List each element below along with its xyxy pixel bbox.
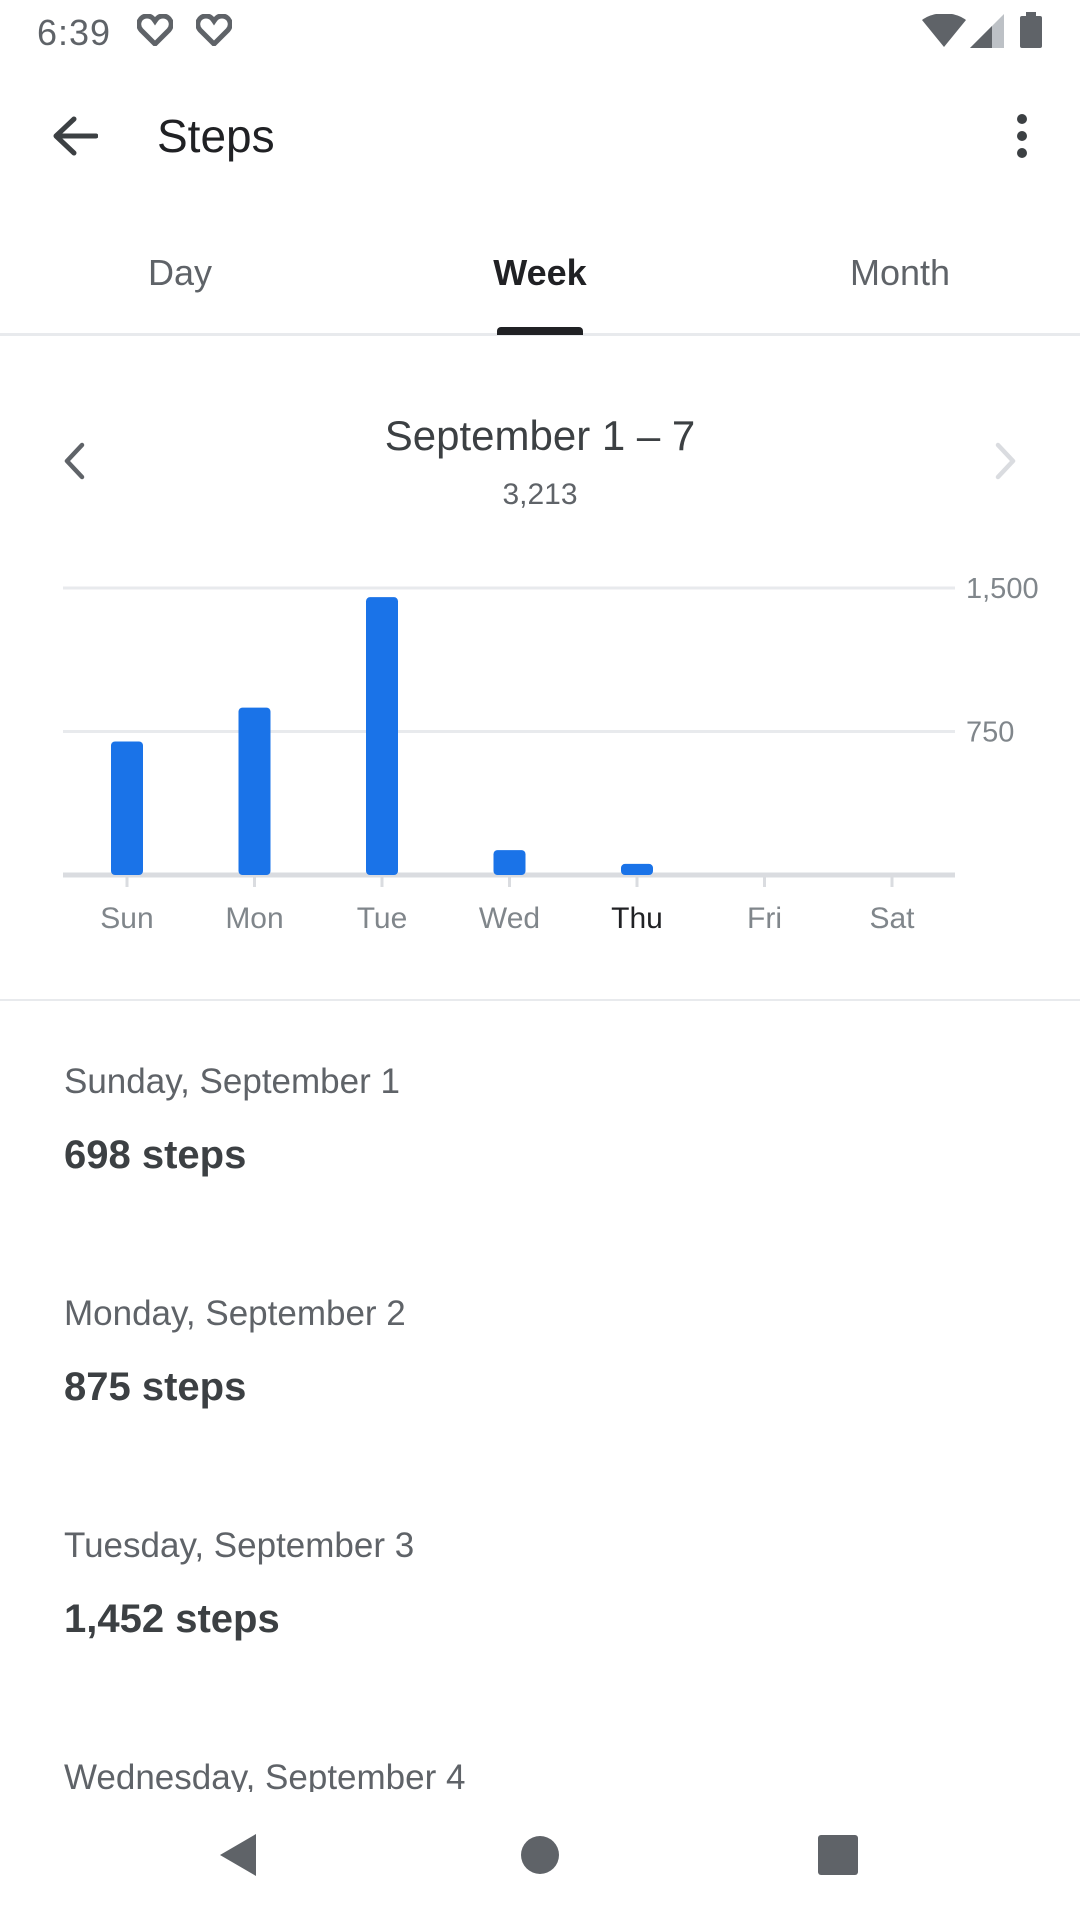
nav-home-icon [520, 1835, 560, 1880]
day-date: Wednesday, September 4 [64, 1758, 466, 1792]
battery-icon [1020, 12, 1042, 53]
nav-home-button[interactable] [500, 1822, 580, 1892]
wifi-icon [922, 13, 966, 53]
tab-day[interactable]: Day [0, 213, 360, 333]
nav-back-button[interactable] [198, 1822, 278, 1892]
list-item[interactable]: Monday, September 2 875 steps [0, 1234, 1080, 1466]
x-tick-label: Sat [869, 902, 915, 935]
tab-week[interactable]: Week [360, 213, 720, 333]
week-range-title: September 1 – 7 [384, 412, 696, 459]
daily-steps-list: Sunday, September 1 698 steps Monday, Se… [0, 1002, 1080, 1792]
day-date: Monday, September 2 [64, 1294, 406, 1333]
list-item[interactable]: Tuesday, September 3 1,452 steps [0, 1466, 1080, 1698]
nav-recents-icon [818, 1834, 858, 1880]
bar-chart-svg: 1,500 750 Sun Mon Tue Wed Thu Fri Sat [63, 573, 1039, 935]
more-vert-icon [1016, 113, 1028, 163]
bar-tue [366, 597, 398, 875]
x-tick-label: Tue [357, 902, 408, 935]
x-tick-label: Sun [100, 902, 153, 935]
x-tick-label: Mon [225, 902, 283, 935]
heart-outline-icon [195, 13, 233, 51]
page-title: Steps [157, 110, 275, 162]
system-nav-bar [0, 1792, 1080, 1920]
x-tick-label: Thu [611, 902, 663, 935]
nav-back-icon [218, 1832, 258, 1883]
day-steps: 1,452 steps [64, 1597, 280, 1641]
status-bar: 6:39 [0, 0, 1080, 63]
week-total-steps: 3,213 [502, 478, 578, 511]
divider [0, 999, 1080, 1001]
next-week-button[interactable] [976, 428, 1036, 498]
more-options-button[interactable] [992, 103, 1052, 173]
bar-thu [621, 863, 653, 875]
y-tick-label: 1,500 [966, 573, 1039, 605]
signal-icon [970, 14, 1004, 53]
list-item[interactable]: Wednesday, September 4 [0, 1698, 1080, 1792]
week-header: September 1 – 7 3,213 [0, 400, 1080, 530]
tab-month[interactable]: Month [720, 213, 1080, 333]
day-steps: 875 steps [64, 1365, 247, 1409]
nav-recents-button[interactable] [798, 1822, 878, 1892]
x-tick-label: Wed [479, 902, 540, 935]
period-tabs: Day Week Month [0, 213, 1080, 336]
chevron-right-icon [994, 441, 1018, 486]
heart-outline-icon [136, 13, 174, 51]
x-tick-label: Fri [747, 902, 782, 935]
arrow-back-icon [52, 116, 99, 161]
day-date: Tuesday, September 3 [64, 1526, 415, 1565]
bar-sun [111, 741, 143, 875]
back-button[interactable] [40, 103, 110, 173]
steps-screen: 6:39 Steps Day Week Month September 1 – … [0, 0, 1080, 1920]
day-steps: 698 steps [64, 1133, 247, 1177]
y-tick-label: 750 [966, 717, 1014, 749]
active-tab-indicator [497, 327, 583, 335]
status-time: 6:39 [37, 12, 112, 53]
weekly-steps-chart: 1,500 750 Sun Mon Tue Wed Thu Fri Sat [0, 560, 1080, 960]
day-date: Sunday, September 1 [64, 1062, 400, 1101]
list-item[interactable]: Sunday, September 1 698 steps [0, 1002, 1080, 1234]
bar-mon [238, 707, 271, 875]
app-bar: Steps [0, 63, 1080, 213]
bar-wed [493, 850, 526, 875]
